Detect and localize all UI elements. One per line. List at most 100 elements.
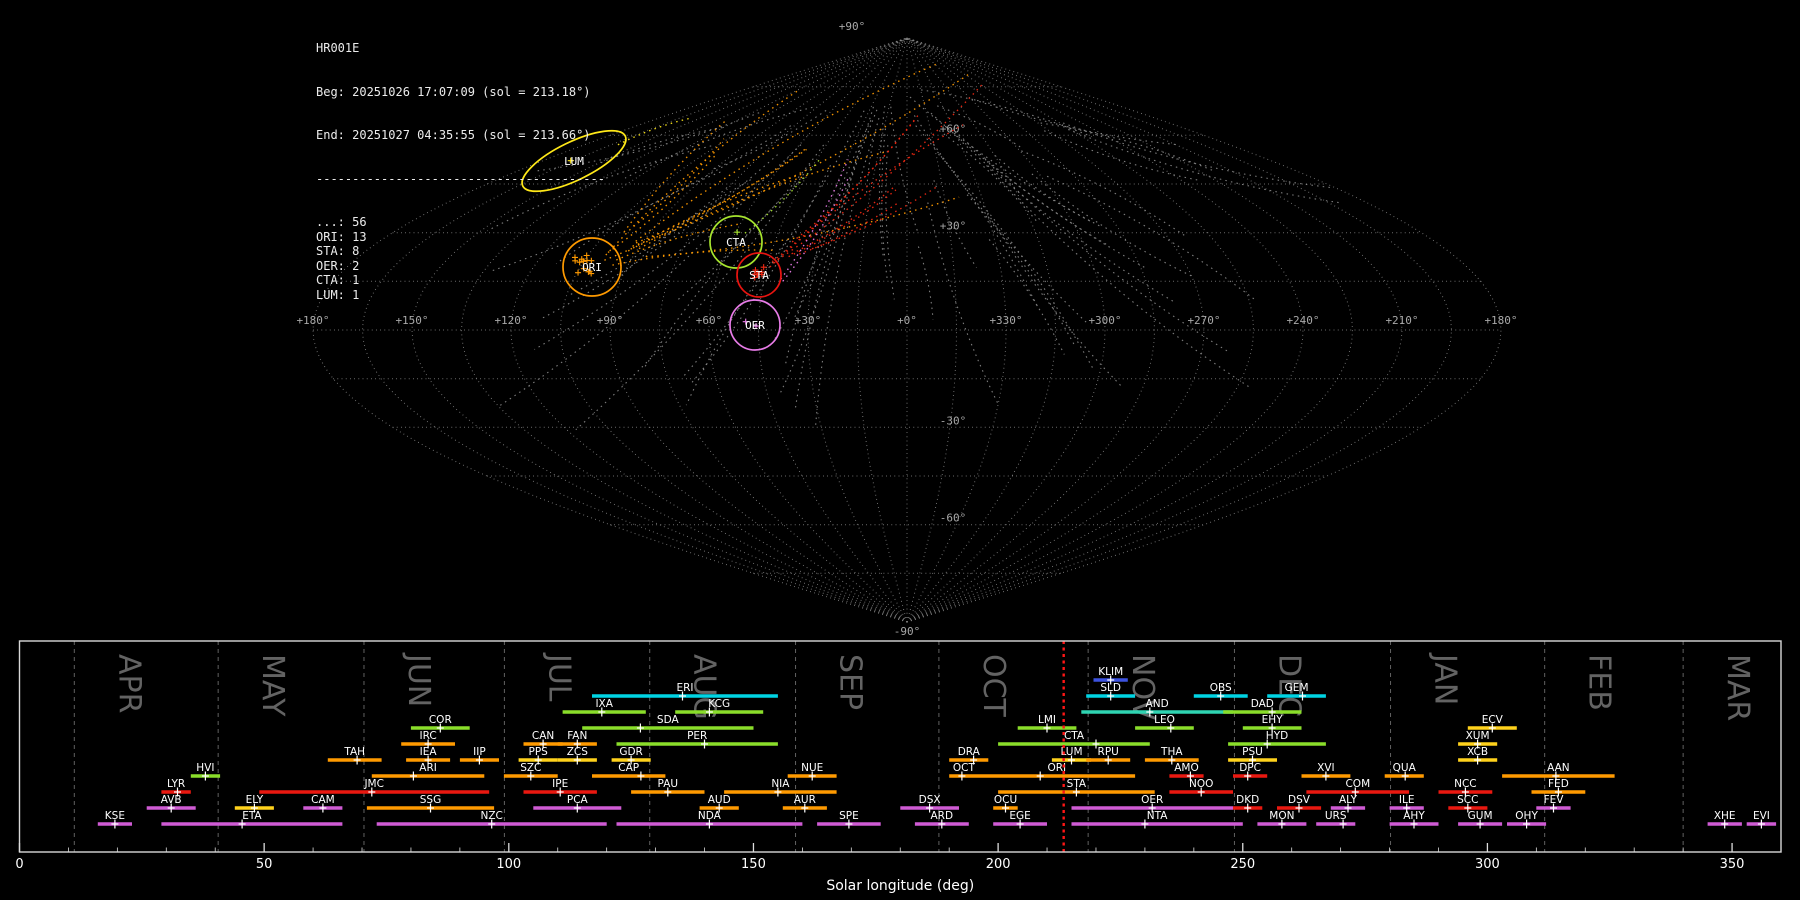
bar-label-ILE: ILE [1399, 794, 1415, 806]
bar-label-IRC: IRC [419, 730, 436, 742]
meteor-trail-STA [791, 117, 918, 243]
meteor-trail-sporadic [988, 239, 1065, 355]
bar-label-DSX: DSX [919, 794, 941, 806]
bar-label-ALY: ALY [1339, 794, 1358, 806]
peak-marker-ORI [1036, 771, 1044, 781]
meteor-trail-STA [788, 189, 897, 258]
bar-label-FED: FED [1548, 778, 1569, 790]
bar-label-ECV: ECV [1482, 714, 1504, 726]
meteor-trail-sporadic [712, 109, 827, 170]
bar-label-GUM: GUM [1468, 810, 1493, 822]
bar-label-PPS: PPS [529, 746, 549, 758]
meteor-trail-sporadic [1040, 122, 1215, 172]
x-axis-title: Solar longitude (deg) [826, 878, 974, 894]
bar-label-STA: STA [1067, 778, 1087, 790]
bar-label-OBS: OBS [1210, 682, 1232, 694]
bar-label-OHY: OHY [1515, 810, 1538, 822]
ra-label: +210° [1385, 314, 1418, 327]
bar-label-FEV: FEV [1544, 794, 1565, 806]
month-label: JAN [1428, 652, 1463, 705]
activity-timeline: APR MAY JUN JUL AUG SEP OCT NOV DEC JAN FEB MARKLIM… [15, 640, 1782, 894]
bar-label-ELY: ELY [246, 794, 264, 806]
bar-label-XVI: XVI [1317, 762, 1334, 774]
bar-label-AVB: AVB [161, 794, 182, 806]
meteor-trail-sporadic [973, 99, 1179, 146]
meteor-trail-sporadic [1067, 128, 1339, 204]
bar-label-NCC: NCC [1454, 778, 1477, 790]
bar-label-XHE: XHE [1714, 810, 1736, 822]
bar-label-CAP: CAP [618, 762, 639, 774]
bar-label-CAN: CAN [532, 730, 554, 742]
station-id: HR001E [316, 41, 360, 55]
tick-label: 100 [496, 857, 521, 872]
count-line: CTA: 1 [316, 273, 360, 287]
bar-label-PCA: PCA [567, 794, 589, 806]
ra-label: +300° [1088, 314, 1121, 327]
bar-label-ETA: ETA [242, 810, 262, 822]
peak-marker-SDA [636, 723, 644, 733]
count-line: ...: 56 [316, 215, 367, 229]
bar-label-HYD: HYD [1266, 730, 1288, 742]
shower-counts: ...: 56 ORI: 13 STA: 8 OER: 2 CTA: 1 LUM: 1 [316, 215, 605, 302]
bar-label-FAN: FAN [567, 730, 587, 742]
bar-label-NDA: NDA [698, 810, 722, 822]
bar-label-THA: THA [1160, 746, 1183, 758]
ra-label: +180° [1484, 314, 1517, 327]
bar-label-IEA: IEA [420, 746, 438, 758]
tick-label: 200 [986, 857, 1011, 872]
bar-label-GEM: GEM [1285, 682, 1309, 694]
meteor-trail-sporadic [1021, 150, 1187, 237]
bar-label-KCG: KCG [708, 698, 730, 710]
bar-label-OCT: OCT [953, 762, 976, 774]
meteor-trail-sporadic [938, 130, 1039, 223]
tick-label: 250 [1230, 857, 1255, 872]
ra-label: +60° [696, 314, 723, 327]
month-label: JUL [541, 652, 576, 702]
radiant-STA: STA [736, 252, 782, 298]
obs-end: End: 20251027 04:35:55 (sol = 213.66°) [316, 128, 591, 142]
count-line: STA: 8 [316, 244, 360, 258]
bar-label-JMC: JMC [363, 778, 384, 790]
bar-label-EGE: EGE [1009, 810, 1030, 822]
bar-label-QUA: QUA [1393, 762, 1417, 774]
bar-label-URS: URS [1325, 810, 1347, 822]
meteor-trail-sporadic [624, 106, 813, 179]
bar-label-OCU: OCU [994, 794, 1017, 806]
month-label: FEB [1582, 654, 1617, 711]
info-panel: HR001E Beg: 20251026 17:07:09 (sol = 213… [316, 12, 605, 317]
radiant-label: OER [745, 319, 765, 332]
meteor-trail-sporadic [917, 246, 934, 320]
bar-label-KSE: KSE [105, 810, 125, 822]
meteor-trail-sporadic [1031, 173, 1192, 277]
meteor-trail-sporadic [987, 212, 1123, 387]
tick-label: 0 [15, 857, 23, 872]
bar-label-PER: PER [687, 730, 707, 742]
bar-label-NZC: NZC [481, 810, 503, 822]
meteor-trail-STA [771, 111, 921, 263]
bar-label-IPE: IPE [552, 778, 568, 790]
bar-label-CTA: CTA [1064, 730, 1085, 742]
radiant-label: CTA [726, 236, 746, 249]
month-label: OCT [976, 654, 1011, 718]
tick-label: 350 [1720, 857, 1745, 872]
bar-label-ERI: ERI [676, 682, 693, 694]
bar-label-RPU: RPU [1098, 746, 1119, 758]
count-line: OER: 2 [316, 258, 360, 273]
bar-label-EVI: EVI [1753, 810, 1770, 822]
meteor-trail-sporadic [779, 185, 851, 395]
peak-marker-ARI [409, 771, 417, 781]
bar-label-DKD: DKD [1236, 794, 1259, 806]
meteor-trail-sporadic [596, 127, 723, 166]
dec-label: -30° [940, 414, 967, 427]
tick-label: 300 [1475, 857, 1500, 872]
radiant-CTA: CTA [709, 215, 763, 269]
bar-label-NOO: NOO [1189, 778, 1213, 790]
radiant-OER: OER [729, 299, 781, 351]
bar-label-AUR: AUR [794, 794, 816, 806]
bar-label-SSG: SSG [420, 794, 441, 806]
month-label: SEP [833, 654, 868, 710]
meteor-trail-STA [799, 201, 900, 255]
meteor-trail-sporadic [643, 177, 804, 368]
bar-label-SZC: SZC [520, 762, 541, 774]
bar-label-DRA: DRA [958, 746, 981, 758]
